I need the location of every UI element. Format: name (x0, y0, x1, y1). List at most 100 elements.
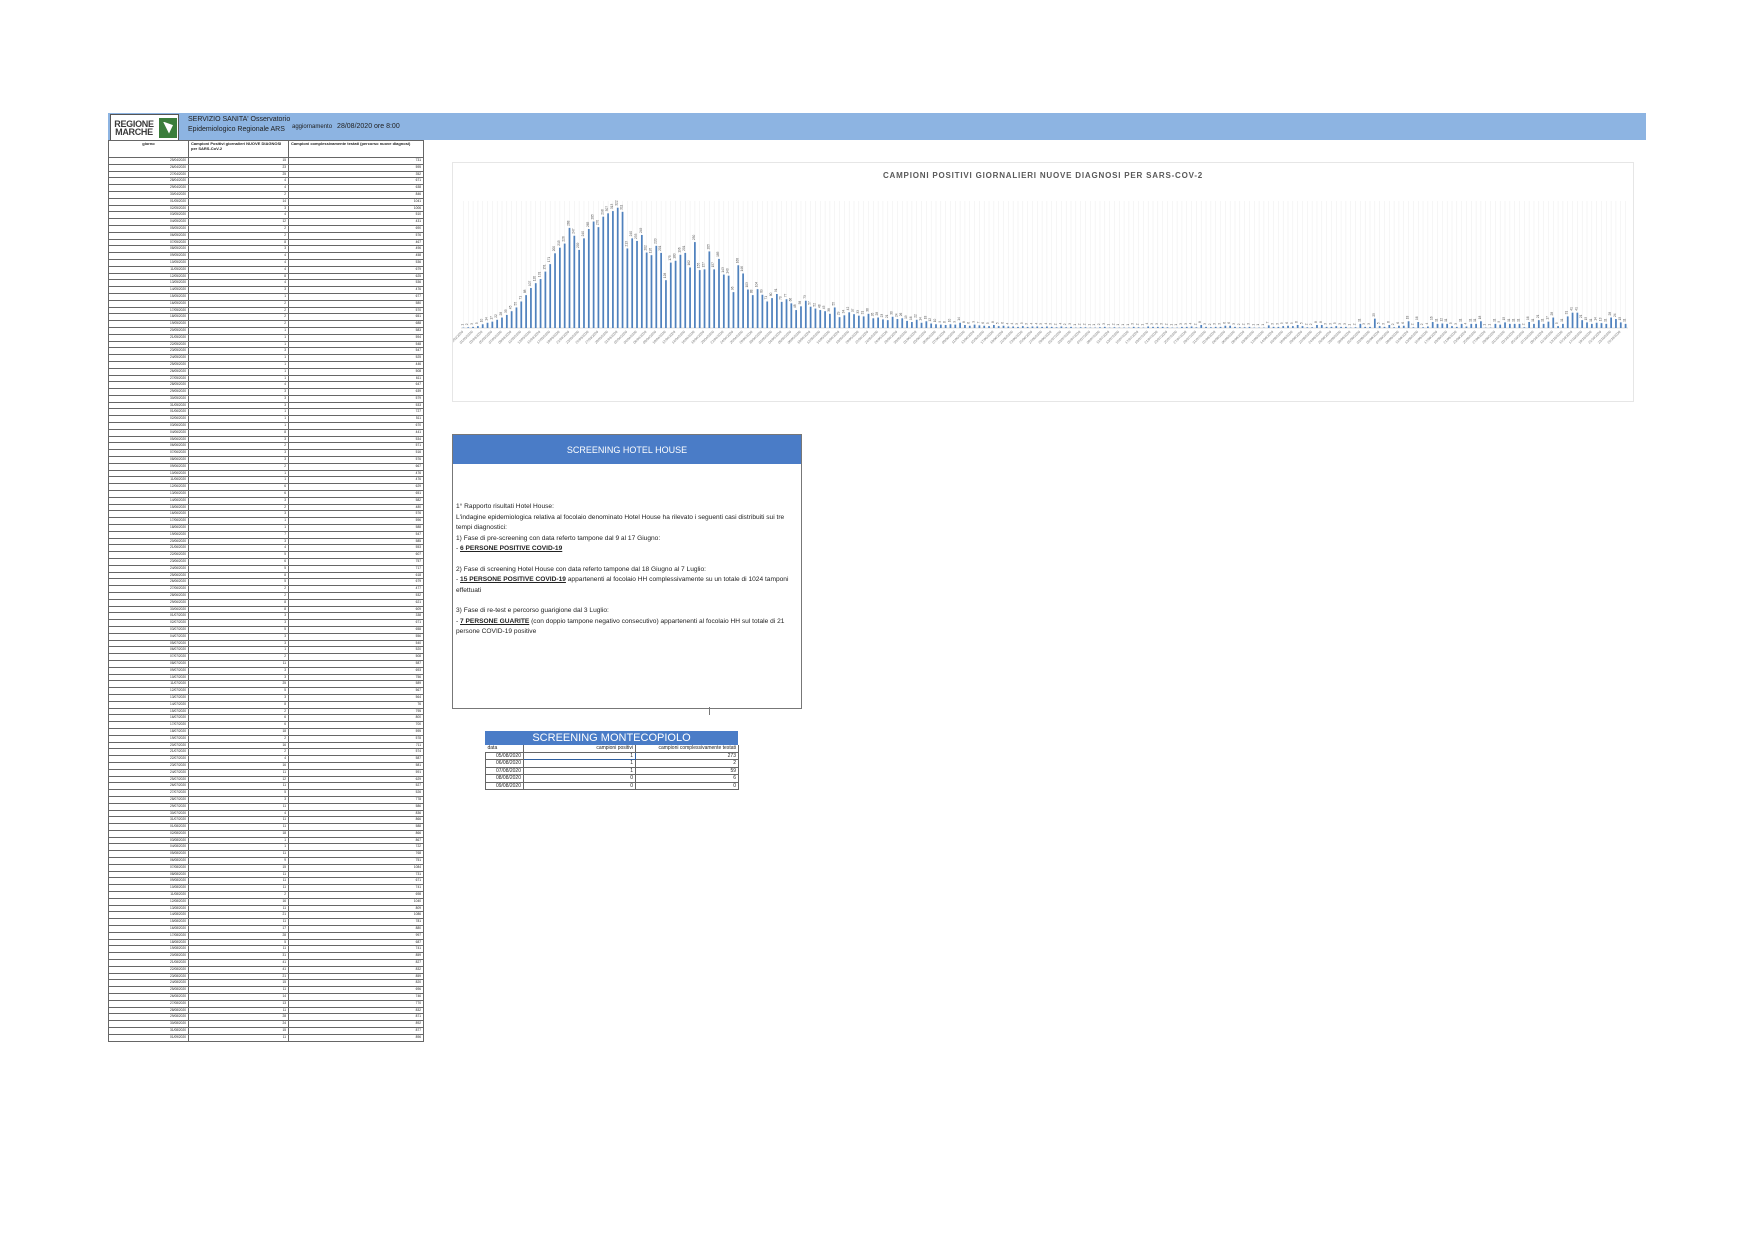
chart-data-label: 7 (976, 321, 980, 323)
table-row: 25/08/2020 11 696 (108, 986, 424, 995)
chart-bar (1508, 323, 1511, 328)
panel-anchor-tick (709, 707, 710, 715)
cell-testati: 866 (288, 816, 424, 825)
table-row: 29/06/2020 8 621 (108, 598, 424, 607)
table-row: 09/07/2020 3 693 (108, 666, 424, 675)
cell-positivi: 4 (188, 258, 289, 267)
chart-bar (626, 248, 629, 328)
table-row: 12/07/2020 5 567 (108, 687, 424, 695)
cell-testati: 595 (288, 727, 424, 736)
cell-date: 19/08/2020 (108, 945, 189, 954)
regione-marche-logo: REGIONE MARCHE (110, 114, 179, 141)
chart-data-label: 8 (1314, 321, 1318, 323)
montecopiolo-header-row: data campioni positivi campioni compless… (485, 745, 739, 753)
chart-bar (1340, 326, 1342, 328)
cell-testati: 532 (288, 592, 424, 600)
table-row: 28/05/2020 4 647 (108, 381, 424, 390)
chart-bar (1470, 323, 1473, 328)
chart-bar (920, 322, 923, 328)
cell-date: 17/06/2020 (108, 517, 189, 526)
chart-data-label: 1 (1348, 324, 1352, 326)
cell-positivi: 3 (188, 619, 289, 627)
cell-date: 16/08/2020 (108, 925, 189, 933)
table-row: 04/07/2020 3 556 (108, 632, 424, 641)
cell-date: 22/08/2020 (108, 965, 189, 974)
chart-data-label: 28 (499, 312, 503, 316)
chart-data-label: 28 (875, 312, 879, 316)
cell-positivi: 2 (188, 748, 289, 757)
chart-bar (1065, 327, 1068, 328)
chart-data-label: 195 (648, 248, 652, 254)
cell-date: 08/05/2020 (108, 245, 189, 254)
chart-bar (477, 326, 479, 328)
chart-bar (1147, 326, 1150, 328)
table-row: 29/07/2020 11 586 (108, 802, 424, 811)
chart-data-label: 38 (865, 308, 869, 312)
chart-data-label: 3 (1275, 323, 1279, 325)
chart-data-label: 3 (1218, 323, 1222, 325)
cell-positivi: 3 (188, 795, 289, 804)
chart-bar (530, 288, 532, 328)
table-row: 26/07/2020 11 527 (108, 782, 424, 791)
table-row: 31/07/2020 11 866 (108, 816, 424, 825)
chart-data-label: 31 (1565, 311, 1569, 315)
cell-date: 12/05/2020 (108, 272, 189, 281)
cell-testati: 508 (288, 367, 424, 376)
chart-bar (1398, 325, 1400, 328)
chart-data-label: 162 (687, 260, 691, 266)
chart-bar (761, 294, 764, 328)
chart-data-label: 11 (1589, 318, 1593, 322)
table-row: 11/05/2020 4 679 (108, 265, 424, 274)
table-row: 21/06/2020 4 553 (108, 544, 424, 553)
cell-date: 21/08/2020 (108, 959, 189, 967)
chart-bar (964, 325, 966, 328)
chart-bar (1422, 327, 1424, 328)
cell-testati: 581 (288, 761, 424, 770)
chart-data-label: 131 (538, 272, 542, 278)
cell-date: 22/06/2020 (108, 551, 189, 560)
cell-positivi: 1 (188, 415, 289, 424)
update-label: aggiornamento (292, 124, 333, 130)
table-row: 20/05/2020 1 583 (108, 326, 424, 335)
table-row: 27/05/2020 1 611 (108, 374, 424, 383)
chart-data-label: 66 (788, 298, 792, 302)
chart-data-label: 28 (1608, 312, 1612, 316)
chart-data-label: 11 (1623, 318, 1627, 322)
cell-testati: 596 (288, 517, 424, 526)
chart-bar (722, 274, 725, 328)
chart-bar (1345, 326, 1347, 328)
cell-positivi: 16 (188, 761, 289, 770)
chart-bar (1243, 327, 1246, 328)
chart-data-label: 2 (1054, 323, 1058, 325)
cell-positivi: 4 (188, 265, 289, 274)
chart-data-label: 3 (1068, 323, 1072, 325)
chart-data-label: 5 (475, 322, 479, 324)
chart-bar (1513, 323, 1516, 328)
chart-bar (1012, 326, 1015, 328)
chart-bar (1084, 327, 1087, 328)
cell-testati: 587 (288, 659, 424, 668)
table-row: 13/07/2020 3 564 (108, 693, 424, 702)
cell-testati: 700 (288, 721, 424, 729)
chart-data-label: 2 (1078, 323, 1082, 325)
chart-bar (1055, 327, 1058, 328)
cell-testati: 516 (288, 449, 424, 458)
cell-positivi: 2 (188, 320, 289, 328)
table-row: 06/07/2020 1 520 (108, 646, 424, 655)
table-row: 15/06/2020 2 480 (108, 503, 424, 512)
table-row: 09/06/2020 2 667 (108, 462, 424, 471)
cell-positivi: 11 (188, 768, 289, 777)
cell-date: 29/05/2020 (108, 388, 189, 396)
chart-bar (1615, 319, 1617, 328)
table-row: 24/05/2020 1 525 (108, 354, 424, 362)
cell-positivi: 2 (188, 306, 289, 315)
mt-cell-positivi[interactable]: 1 (523, 751, 636, 760)
cell-testati: 527 (288, 782, 424, 791)
cell-date: 06/07/2020 (108, 646, 189, 655)
table-row: 11/07/2020 25 589 (108, 680, 424, 689)
col-header-positivi: Campioni Positivi giornalieri NUOVE DIAG… (188, 140, 289, 158)
chart-data-label: 77 (784, 293, 788, 297)
chart-bar (1427, 326, 1429, 328)
table-row: 28/08/2020 11 832 (108, 1006, 424, 1015)
cell-date: 25/06/2020 (108, 571, 189, 580)
